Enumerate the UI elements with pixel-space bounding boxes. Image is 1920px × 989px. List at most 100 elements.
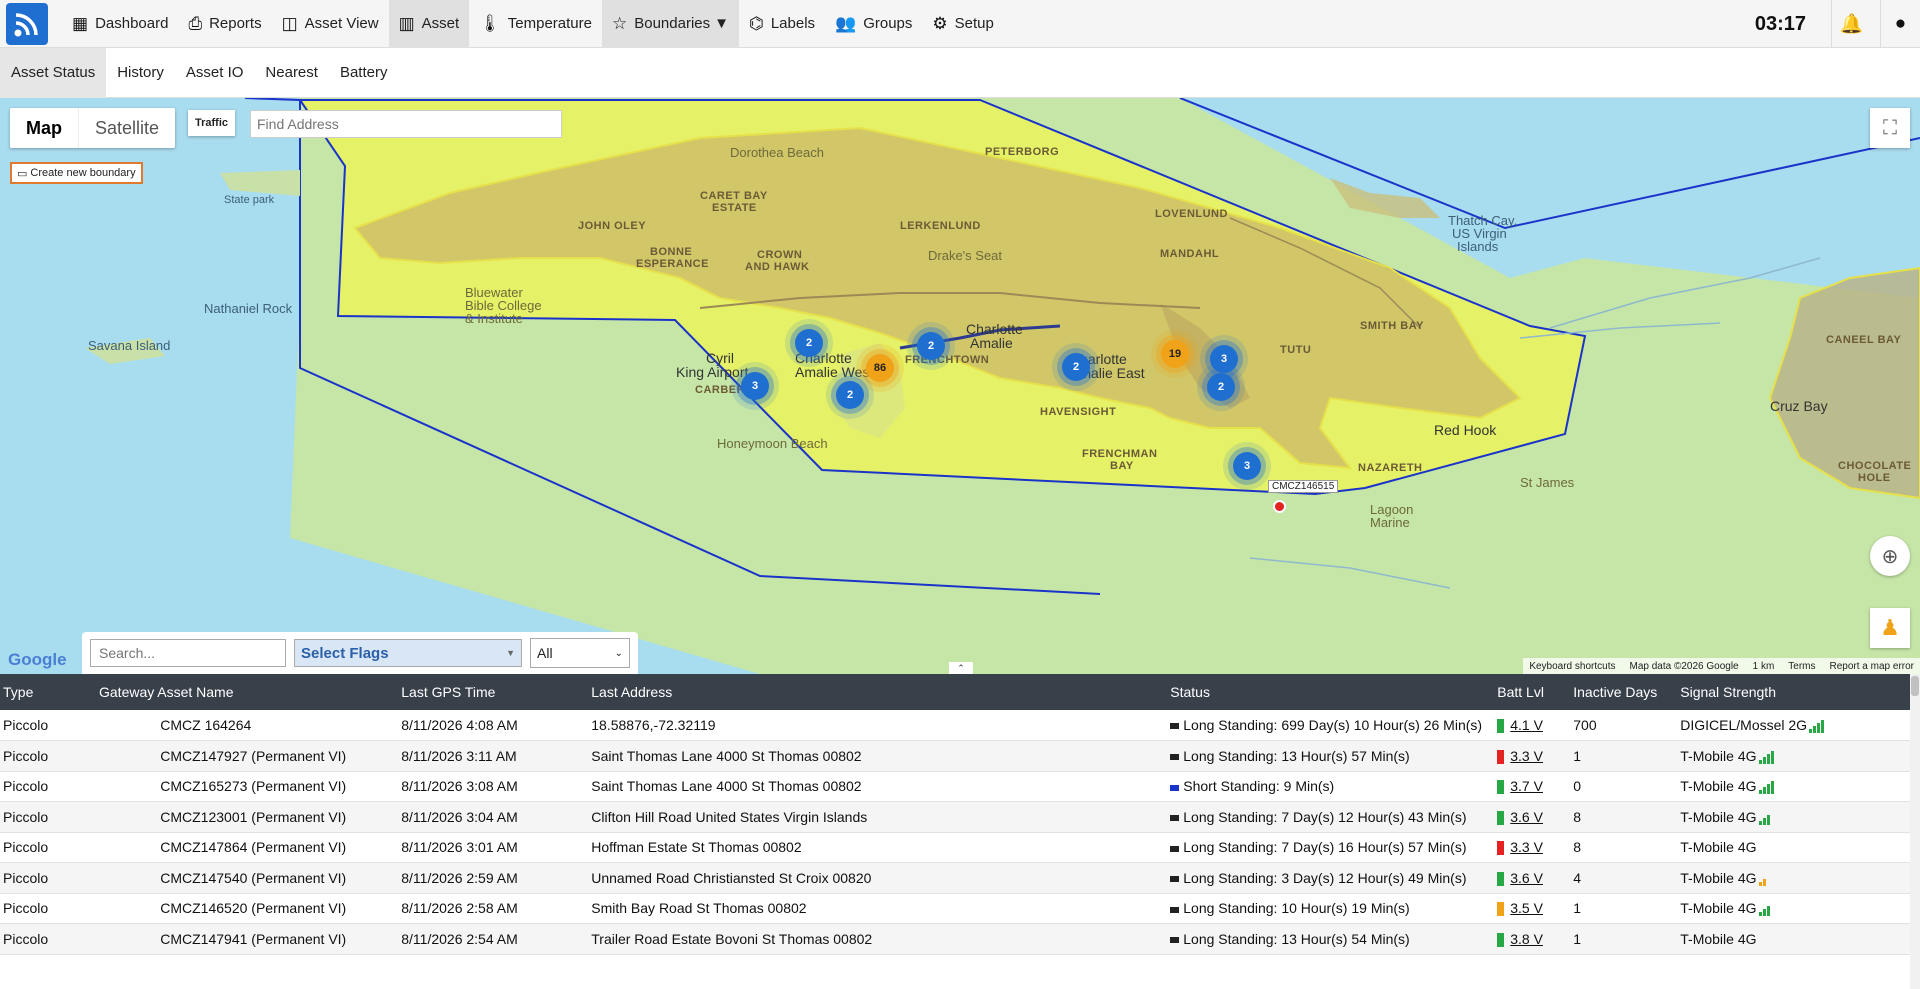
table-row[interactable]: Piccolo CMCZ147540 (Permanent VI) 8/11/202… — [0, 862, 1910, 894]
table-row[interactable]: Piccolo CMCZ165273 (Permanent VI) 8/11/202… — [0, 771, 1910, 802]
column-header-last-gps-time[interactable]: Last GPS Time — [398, 674, 589, 710]
nav-temperature[interactable]: 🌡 Temperature — [469, 0, 602, 48]
table-row[interactable]: Piccolo CMCZ147864 (Permanent VI) 8/11/202… — [0, 832, 1910, 863]
table-row[interactable]: Piccolo CMCZ147927 (Permanent VI) 8/11/202… — [0, 740, 1910, 772]
cell-last-gps-time-text: 8/11/2026 2:58 AM — [401, 900, 518, 917]
column-header-status[interactable]: Status — [1167, 674, 1495, 710]
asset-marker[interactable] — [1273, 500, 1286, 513]
battery-value-link[interactable]: 3.8 V — [1510, 931, 1543, 947]
nav-groups[interactable]: 👥 Groups — [825, 0, 922, 48]
table-row[interactable]: Piccolo CMCZ123001 (Permanent VI) 8/11/202… — [0, 801, 1910, 833]
table-scrollbar[interactable] — [1910, 674, 1920, 989]
terms-link[interactable]: Terms — [1788, 661, 1815, 672]
battery-value-link[interactable]: 3.6 V — [1510, 809, 1543, 825]
keyboard-shortcuts-link[interactable]: Keyboard shortcuts — [1529, 661, 1615, 672]
tab-history[interactable]: History — [106, 48, 175, 98]
tab-battery[interactable]: Battery — [329, 48, 399, 98]
map-cluster-marker[interactable]: 3 — [741, 372, 769, 400]
fullscreen-icon[interactable]: ⛶ — [1870, 108, 1910, 148]
column-header-asset-name[interactable]: Asset Name — [157, 674, 399, 710]
cell-asset-name: CMCZ147927 (Permanent VI) — [157, 740, 399, 772]
nav-labels[interactable]: ⌬ Labels — [739, 0, 825, 48]
column-header-signal-strength[interactable]: Signal Strength — [1677, 674, 1910, 710]
cell-last-gps-time-text: 8/11/2026 2:54 AM — [401, 930, 518, 947]
select-flags-label: Select Flags — [301, 644, 389, 662]
column-header-gateway[interactable]: Gateway — [96, 674, 158, 710]
app-logo-icon[interactable] — [6, 2, 48, 45]
nav-asset-view[interactable]: ◫ Asset View — [272, 0, 389, 48]
nav-reports[interactable]: ⎙ Reports — [178, 0, 271, 48]
tab-asset-io[interactable]: Asset IO — [175, 48, 255, 98]
map-cluster-marker[interactable]: 19 — [1161, 340, 1189, 368]
map-label-tutu: TUTU — [1280, 344, 1312, 356]
cell-status: Long Standing: 7 Day(s) 16 Hour(s) 57 Mi… — [1167, 832, 1495, 863]
map-cluster-marker[interactable]: 86 — [866, 354, 894, 382]
tab-nearest[interactable]: Nearest — [254, 48, 329, 98]
nav-setup[interactable]: ⚙ Setup — [922, 0, 1003, 48]
signal-bar — [1758, 759, 1762, 764]
search-input[interactable] — [90, 639, 286, 667]
cell-type: Piccolo — [0, 710, 96, 741]
bell-icon[interactable]: 🔔 — [1831, 0, 1871, 48]
cell-type: Piccolo — [0, 893, 96, 924]
cell-inactive-days-text: 1 — [1573, 900, 1582, 917]
tab-asset-status[interactable]: Asset Status — [0, 47, 107, 98]
nav-label: Reports — [209, 15, 262, 32]
map-label-caneel-bay: CANEEL BAY — [1826, 334, 1902, 346]
cell-gateway — [96, 832, 158, 863]
cell-last-gps-time-text: 8/11/2026 4:08 AM — [401, 717, 518, 733]
map-cluster-marker[interactable]: 2 — [1062, 353, 1090, 381]
collapse-panel-icon[interactable]: ⌃ — [949, 662, 973, 674]
battery-value-link[interactable]: 3.5 V — [1510, 900, 1543, 916]
column-header-type[interactable]: Type — [0, 674, 96, 710]
asset-table: Type Gateway Asset Name Last GPS Time La… — [0, 674, 1910, 989]
cell-asset-name-text: CMCZ147540 (Permanent VI) — [160, 869, 347, 886]
cell-type: Piccolo — [0, 862, 96, 894]
traffic-button[interactable]: Traffic — [188, 110, 236, 136]
battery-value-link[interactable]: 4.1 V — [1510, 717, 1543, 733]
cell-last-address: Smith Bay Road St Thomas 00802 — [588, 893, 1168, 924]
column-header-inactive-days[interactable]: Inactive Days — [1570, 674, 1678, 710]
report-map-error-link[interactable]: Report a map error — [1830, 661, 1914, 672]
table-row[interactable]: Piccolo CMCZ146520 (Permanent VI) 8/11/202… — [0, 893, 1910, 924]
map-cluster-marker[interactable]: 2 — [795, 329, 823, 357]
table-row[interactable]: Piccolo CMCZ 164264 8/11/2026 4:08 AM 18.58… — [0, 710, 1910, 741]
column-header-last-address[interactable]: Last Address — [588, 674, 1168, 710]
nav-dashboard[interactable]: ▦ Dashboard — [62, 0, 178, 48]
cell-inactive-days-text: 1 — [1573, 747, 1582, 764]
map-footer: Keyboard shortcuts Map data ©2026 Google… — [1523, 658, 1920, 674]
battery-value-link[interactable]: 3.3 V — [1510, 839, 1543, 855]
map-type-map-button[interactable]: Map — [10, 108, 79, 148]
signal-bar — [1762, 909, 1766, 917]
cell-last-gps-time-text: 8/11/2026 2:59 AM — [401, 869, 518, 886]
table-row[interactable]: Piccolo CMCZ147941 (Permanent VI) 8/11/202… — [0, 923, 1910, 955]
map-cluster-marker[interactable]: 3 — [1210, 345, 1238, 373]
status-filter-select[interactable]: All ⌄ — [530, 638, 630, 668]
battery-value-link[interactable]: 3.7 V — [1510, 778, 1543, 794]
battery-value-link[interactable]: 3.6 V — [1510, 870, 1543, 886]
street-view-icon[interactable]: ♟ — [1870, 608, 1910, 648]
create-boundary-button[interactable]: ▭ Create new boundary — [10, 162, 143, 184]
nav-boundaries[interactable]: ☆ Boundaries ▼ — [601, 0, 739, 48]
map-cluster-marker[interactable]: 2 — [1207, 373, 1235, 401]
map-cluster-marker[interactable]: 3 — [1233, 452, 1261, 480]
locate-icon[interactable]: ⊕ — [1870, 536, 1910, 576]
column-header-batt-lvl[interactable]: Batt Lvl — [1494, 674, 1571, 710]
map-cluster-marker[interactable]: 2 — [917, 332, 945, 360]
filter-bar: Select Flags ▼ All ⌄ — [82, 632, 638, 674]
map-canvas[interactable]: Dorothea Beach PETERBORG CARET BAY ESTAT… — [0, 98, 1920, 674]
cell-asset-name: CMCZ147540 (Permanent VI) — [157, 862, 399, 894]
map-label-amalie: Amalie — [970, 335, 1013, 351]
select-flags-dropdown[interactable]: Select Flags ▼ — [294, 639, 522, 667]
map-cluster-marker[interactable]: 2 — [836, 381, 864, 409]
cell-inactive-days-text: 8 — [1573, 808, 1582, 825]
map-type-satellite-button[interactable]: Satellite — [79, 108, 175, 148]
battery-value-link[interactable]: 3.3 V — [1510, 748, 1543, 764]
cell-last-gps-time: 8/11/2026 3:08 AM — [398, 771, 589, 802]
account-icon[interactable]: ● — [1880, 0, 1920, 48]
nav-asset[interactable]: ▥ Asset — [388, 0, 470, 48]
nav-label: Asset View — [304, 15, 379, 32]
map-label-john-oley: JOHN OLEY — [578, 220, 647, 232]
map-label-frenchman: FRENCHMAN — [1082, 448, 1158, 460]
find-address-input[interactable] — [250, 110, 562, 138]
